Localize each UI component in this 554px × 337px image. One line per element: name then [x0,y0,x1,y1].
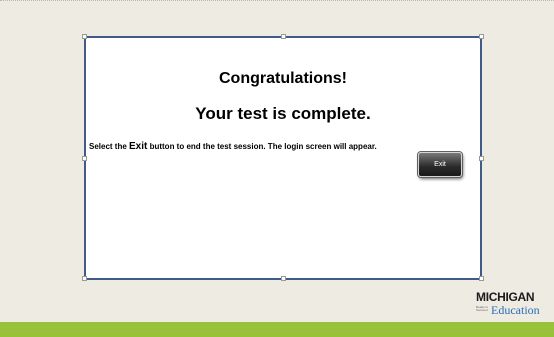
exit-button[interactable]: Exit [418,152,462,177]
congratulations-heading: Congratulations! [219,70,347,87]
resize-handle-middle-left[interactable] [82,156,87,161]
michigan-education-logo: MICHIGAN Ready to Succeed Education [474,290,554,318]
exit-instructions: Select the Exit button to end the test s… [89,141,377,152]
exit-button-label: Exit [434,161,446,168]
footer-bar [0,322,554,337]
resize-handle-bottom-right[interactable] [479,276,484,281]
resize-handle-top-center[interactable] [281,34,286,39]
resize-handle-bottom-left[interactable] [82,276,87,281]
logo-michigan-text: MICHIGAN [476,290,535,304]
logo-education-text: Education [491,303,540,317]
resize-handle-top-right[interactable] [479,34,484,39]
instruction-suffix: button to end the test session. The logi… [147,142,377,151]
resize-handle-bottom-center[interactable] [281,276,286,281]
instruction-exit-word: Exit [129,141,148,152]
top-dotted-line [0,0,554,1]
test-complete-heading: Your test is complete. [195,104,371,123]
resize-handle-top-left[interactable] [82,34,87,39]
instruction-prefix: Select the [89,142,130,151]
resize-handle-middle-right[interactable] [479,156,484,161]
logo-tagline: Ready to Succeed [476,305,489,312]
slide-frame: Congratulations! Your test is complete. … [82,34,484,281]
